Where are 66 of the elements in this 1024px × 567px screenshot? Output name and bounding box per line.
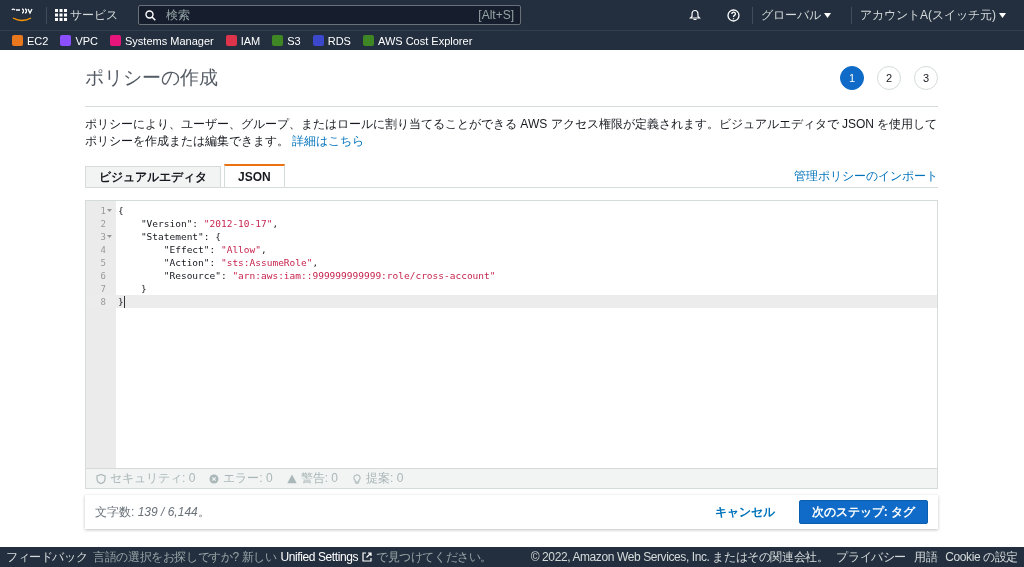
favorite-link[interactable]: Systems Manager bbox=[110, 34, 214, 47]
logo[interactable] bbox=[10, 6, 34, 24]
search-input[interactable]: 検索 bbox=[164, 7, 471, 23]
code-line: { bbox=[117, 205, 124, 216]
validation-count: エラー: 0 bbox=[223, 470, 273, 487]
character-count: 文字数: 139 / 6,144。 bbox=[95, 503, 210, 521]
favorite-link[interactable]: IAM bbox=[225, 34, 261, 47]
search-icon bbox=[145, 9, 156, 21]
footer-link[interactable]: プライバシー bbox=[836, 548, 907, 566]
language-hint: 言語の選択をお探しですか? 新しい bbox=[93, 548, 277, 566]
warning-icon bbox=[286, 473, 297, 484]
feedback-link[interactable]: フィードバック bbox=[6, 548, 88, 566]
grid-icon bbox=[55, 9, 67, 21]
error-icon bbox=[209, 473, 220, 484]
region-menu[interactable]: グローバル bbox=[752, 6, 839, 24]
code-line: "Statement": { bbox=[139, 231, 221, 242]
favorite-link[interactable]: VPC bbox=[60, 34, 99, 47]
external-link-icon bbox=[362, 552, 373, 562]
footer-link[interactable]: 用語 bbox=[914, 548, 938, 566]
cancel-button[interactable]: キャンセル bbox=[708, 502, 781, 522]
line-number: 3 bbox=[86, 231, 116, 242]
favorite-link[interactable]: S3 bbox=[272, 34, 301, 47]
line-number: 8 bbox=[99, 296, 107, 307]
line-number: 1 bbox=[86, 205, 116, 216]
code-line: } bbox=[117, 296, 124, 307]
line-number: 2 bbox=[99, 218, 107, 229]
step-indicator: 2 bbox=[877, 66, 901, 90]
validation-count: セキュリティ: 0 bbox=[110, 470, 196, 487]
line-number: 4 bbox=[99, 244, 107, 255]
lightbulb-icon bbox=[352, 473, 363, 484]
shield-icon bbox=[96, 473, 106, 484]
step-indicator: 3 bbox=[914, 66, 938, 90]
code-line: } bbox=[139, 283, 147, 294]
tab[interactable]: JSON bbox=[224, 164, 285, 187]
caret-icon bbox=[999, 12, 1006, 18]
line-number: 6 bbox=[99, 270, 107, 281]
validation-count: 警告: 0 bbox=[300, 470, 339, 487]
details-link[interactable]: 詳細はこちら bbox=[292, 134, 365, 148]
code-line: "Version": "2012-10-17", bbox=[139, 218, 279, 229]
next-step-button[interactable]: 次のステップ: タグ bbox=[798, 500, 928, 524]
tab[interactable]: ビジュアルエディタ bbox=[85, 166, 221, 187]
code-line: "Effect": "Allow", bbox=[162, 244, 267, 255]
unified-settings-link[interactable]: Unified Settings bbox=[280, 550, 359, 564]
step-indicator: 1 bbox=[840, 66, 864, 90]
search-field[interactable]: 検索 [Alt+S] bbox=[138, 5, 521, 25]
copyright: © 2022, Amazon Web Services, Inc. またはその関連会社。 bbox=[530, 548, 829, 566]
language-hint: で見つけてください。 bbox=[376, 548, 493, 566]
line-number: 5 bbox=[99, 257, 107, 268]
page-title: ポリシーの作成 bbox=[85, 66, 218, 90]
footer-link[interactable]: Cookie の設定 bbox=[945, 548, 1018, 566]
favorite-link[interactable]: AWS Cost Explorer bbox=[362, 34, 473, 47]
favorite-link[interactable]: RDS bbox=[312, 34, 351, 47]
help-icon[interactable] bbox=[727, 8, 740, 22]
services-button[interactable]: サービス bbox=[46, 6, 126, 24]
bell-icon[interactable] bbox=[689, 9, 701, 21]
caret-icon bbox=[824, 12, 831, 18]
validation-count: 提案: 0 bbox=[366, 470, 404, 487]
account-menu[interactable]: アカウントA(スイッチ元) bbox=[851, 6, 1014, 24]
favorite-link[interactable]: EC2 bbox=[12, 34, 49, 47]
line-number: 7 bbox=[99, 283, 107, 294]
shortcut-hint: [Alt+S] bbox=[478, 8, 514, 22]
import-link[interactable]: 管理ポリシーのインポート bbox=[794, 167, 938, 185]
description: ポリシーにより、ユーザー、グループ、またはロールに割り当てることができる AWS アクセス権限が定義されます。ビジュアルエディタで JSON を使用してポリシーを作成または編集できます。 詳細はこちら bbox=[85, 116, 938, 150]
code-line: "Resource": "arn:aws:iam::999999999999:role/cross-account" bbox=[162, 270, 496, 281]
code-line: "Action": "sts:AssumeRole", bbox=[162, 257, 319, 268]
text-cursor bbox=[123, 295, 125, 308]
